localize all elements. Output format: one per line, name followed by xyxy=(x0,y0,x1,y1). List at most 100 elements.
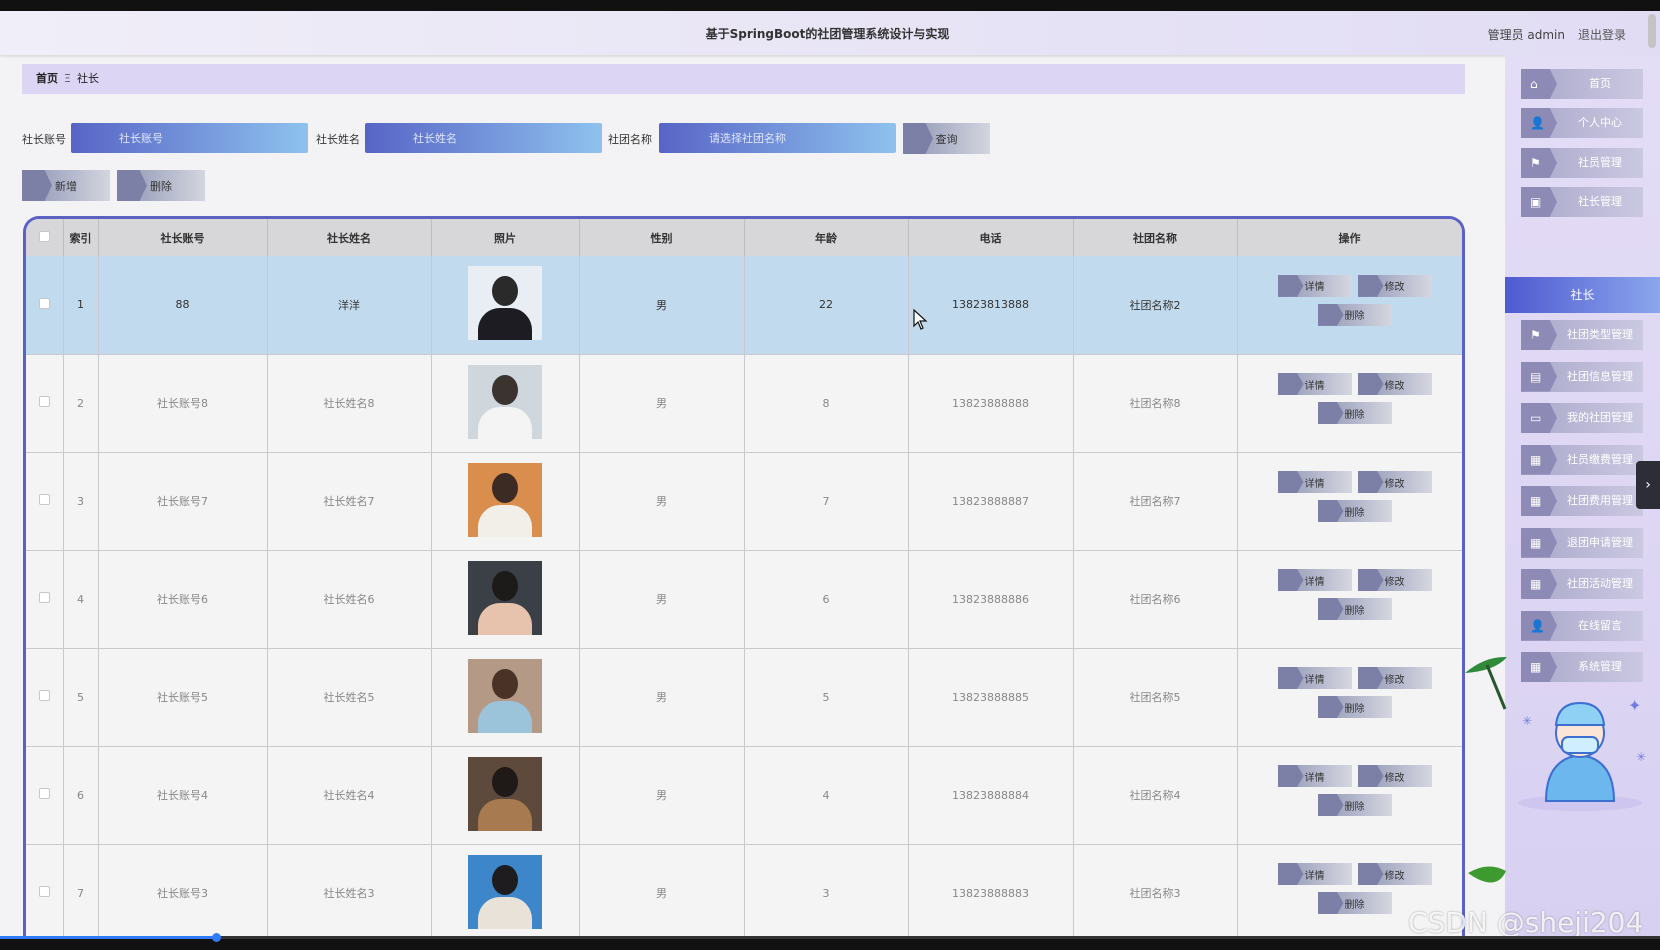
table-row[interactable]: 1 88 洋洋男 22 13823813888 社团名称2 详情 修改 删除 xyxy=(26,256,1462,355)
table-row[interactable]: 6 社长账号4 社长姓名4 男 4 13823888884 社团名称4 详情 修改 删除 xyxy=(26,746,1462,845)
select-all-checkbox[interactable] xyxy=(38,230,50,242)
breadcrumb-separator: Ξ xyxy=(64,72,71,85)
app-title: 基于SpringBoot的社团管理系统设计与实现 xyxy=(705,27,950,41)
select-all-header[interactable] xyxy=(26,219,64,256)
detail-button[interactable]: 详情 xyxy=(1277,569,1352,591)
name-label: 社长姓名 xyxy=(316,133,360,146)
cell-actions: 详情 修改删除 xyxy=(1237,550,1462,649)
row-checkbox[interactable] xyxy=(38,297,50,309)
edit-button[interactable]: 修改 xyxy=(1357,765,1432,787)
sidebar-item-8[interactable]: ▦ 社员缴费管理 xyxy=(1521,444,1643,475)
row-checkbox[interactable] xyxy=(38,592,50,603)
sidebar-item-13[interactable]: ▦ 系统管理 xyxy=(1521,652,1643,682)
sidebar-item-president[interactable]: 社长 xyxy=(1505,277,1660,313)
cell-club: 社团名称2 xyxy=(1073,256,1238,355)
chevron-right-icon xyxy=(22,170,52,201)
table-row[interactable]: 2 社长账号8 社长姓名8 男 8 13823888888 社团名称8 详情 修改 删除 xyxy=(26,354,1462,453)
edit-button[interactable]: 修改 xyxy=(1357,667,1432,689)
row-select-cell[interactable] xyxy=(26,746,64,845)
delete-button[interactable]: 删除 xyxy=(1317,794,1392,816)
cell-photo xyxy=(431,844,580,936)
table-row[interactable]: 4 社长账号6 社长姓名6 男 6 13823888886 社团名称6 详情 修改 删除 xyxy=(26,550,1462,649)
table-row[interactable]: 7 社长账号3 社长姓名3 男 3 13823888883 社团名称3 详情 修改 删除 xyxy=(26,844,1462,936)
breadcrumb-home[interactable]: 首页 xyxy=(36,72,58,85)
delete-button[interactable]: 删除 xyxy=(1317,500,1392,522)
cell-age: 5 xyxy=(744,648,909,747)
menu-icon: ▣ xyxy=(1521,187,1557,217)
detail-button[interactable]: 详情 xyxy=(1277,863,1352,885)
row-checkbox[interactable] xyxy=(38,788,50,799)
batch-delete-button[interactable]: 删除 xyxy=(117,170,205,201)
delete-button[interactable]: 删除 xyxy=(1317,892,1392,914)
cell-age: 22 xyxy=(744,256,909,355)
sidebar-item-12[interactable]: 👤 在线留言 xyxy=(1521,610,1643,641)
chevron-right-icon[interactable]: › xyxy=(1636,461,1660,509)
detail-button[interactable]: 详情 xyxy=(1277,373,1352,395)
cell-account: 社长账号3 xyxy=(98,844,268,936)
avatar xyxy=(468,854,542,929)
cell-account: 社长账号5 xyxy=(98,648,268,747)
cell-gender: 男 xyxy=(579,354,745,453)
club-select[interactable] xyxy=(659,123,896,153)
sidebar-item-7[interactable]: ▭ 我的社团管理 xyxy=(1521,403,1643,433)
video-progress-bar[interactable] xyxy=(0,933,1660,942)
sidebar-item-5[interactable]: ⚑ 社团类型管理 xyxy=(1521,320,1643,350)
cell-phone: 13823813888 xyxy=(908,256,1074,355)
avatar xyxy=(468,756,542,831)
cell-account: 社长账号7 xyxy=(98,452,268,551)
edit-button[interactable]: 修改 xyxy=(1357,274,1432,297)
delete-button[interactable]: 删除 xyxy=(1317,402,1392,424)
sidebar-item-6[interactable]: ▤ 社团信息管理 xyxy=(1521,361,1643,392)
query-button[interactable]: 查询 xyxy=(903,123,990,154)
edit-button[interactable]: 修改 xyxy=(1357,863,1432,885)
sidebar-item-1[interactable]: ⌂ 首页 xyxy=(1521,69,1643,99)
cell-club: 社团名称5 xyxy=(1073,648,1238,747)
progress-handle[interactable] xyxy=(211,933,221,942)
edit-button[interactable]: 修改 xyxy=(1357,569,1432,591)
sidebar-item-3[interactable]: ⚑ 社员管理 xyxy=(1521,148,1643,178)
cell-phone: 13823888888 xyxy=(908,354,1074,453)
progress-fill xyxy=(0,936,216,939)
cell-account: 社长账号6 xyxy=(98,550,268,649)
detail-button[interactable]: 详情 xyxy=(1277,274,1352,297)
sidebar-item-4[interactable]: ▣ 社长管理 xyxy=(1521,187,1643,217)
sidebar-item-10[interactable]: ▦ 退团申请管理 xyxy=(1521,527,1643,558)
row-select-cell[interactable] xyxy=(26,550,64,649)
delete-button[interactable]: 删除 xyxy=(1317,598,1392,620)
row-select-cell[interactable] xyxy=(26,648,64,747)
row-select-cell[interactable] xyxy=(26,256,64,355)
cell-name: 社长姓名6 xyxy=(267,550,432,649)
detail-button[interactable]: 详情 xyxy=(1277,667,1352,689)
account-search-input[interactable] xyxy=(71,123,308,153)
logout-link[interactable]: 退出登录 xyxy=(1578,26,1626,43)
avatar xyxy=(468,560,542,635)
menu-icon: ▦ xyxy=(1521,527,1557,558)
edit-button[interactable]: 修改 xyxy=(1357,373,1432,395)
detail-button[interactable]: 详情 xyxy=(1277,471,1352,493)
cell-gender: 男 xyxy=(579,844,745,936)
table-row[interactable]: 3 社长账号7 社长姓名7 男 7 13823888887 社团名称7 详情 修改 删除 xyxy=(26,452,1462,551)
account-label: 社长账号 xyxy=(22,133,66,146)
row-checkbox[interactable] xyxy=(38,886,50,897)
cell-gender: 男 xyxy=(579,452,745,551)
detail-button[interactable]: 详情 xyxy=(1277,765,1352,787)
row-select-cell[interactable] xyxy=(26,354,64,453)
sidebar-item-2[interactable]: 👤 个人中心 xyxy=(1521,108,1643,138)
delete-button[interactable]: 删除 xyxy=(1317,696,1392,718)
sidebar-item-11[interactable]: ▦ 社团活动管理 xyxy=(1521,569,1643,599)
add-button[interactable]: 新增 xyxy=(22,170,110,201)
name-search-input[interactable] xyxy=(365,123,602,153)
row-checkbox[interactable] xyxy=(38,690,50,701)
row-select-cell[interactable] xyxy=(26,452,64,551)
row-checkbox[interactable] xyxy=(38,494,50,505)
row-select-cell[interactable] xyxy=(26,844,64,936)
sidebar-item-9[interactable]: ▦ 社团费用管理 xyxy=(1521,486,1643,516)
row-checkbox[interactable] xyxy=(38,396,50,407)
delete-button[interactable]: 删除 xyxy=(1317,303,1392,326)
table-row[interactable]: 5 社长账号5 社长姓名5 男 5 13823888885 社团名称5 详情 修改 删除 xyxy=(26,648,1462,747)
cell-index: 5 xyxy=(63,648,99,747)
cell-gender: 男 xyxy=(579,746,745,845)
cell-name: 社长姓名5 xyxy=(267,648,432,747)
edit-button[interactable]: 修改 xyxy=(1357,471,1432,493)
page-scrollbar[interactable] xyxy=(1648,14,1656,48)
